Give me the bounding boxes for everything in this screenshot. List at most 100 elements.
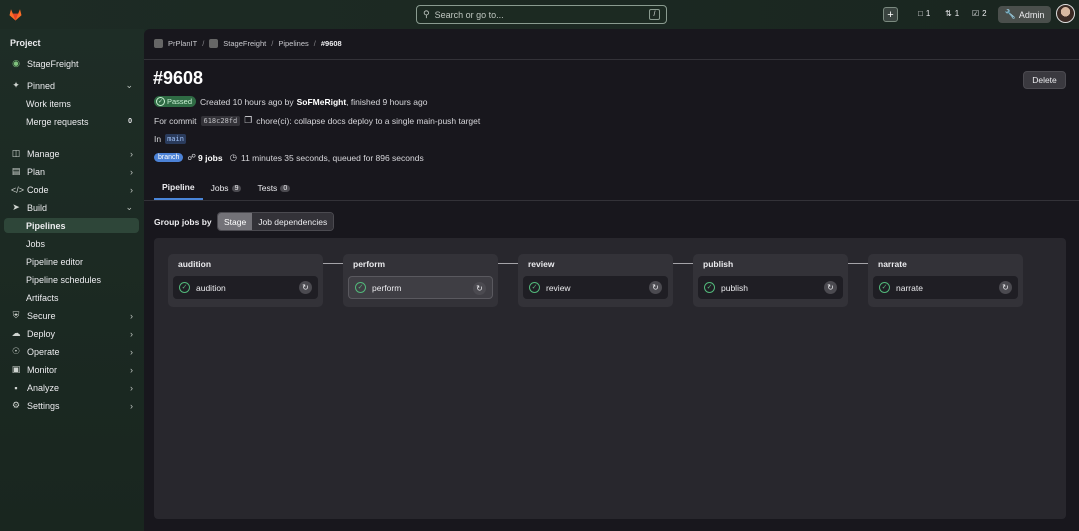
breadcrumb-project[interactable]: StageFreight xyxy=(223,39,266,48)
deploy-icon: ☁ xyxy=(11,328,21,338)
breadcrumb-pipelines[interactable]: Pipelines xyxy=(278,39,308,48)
job-card[interactable]: ✓ narrate ↻ xyxy=(873,276,1018,299)
sidebar-item-deploy[interactable]: ☁ Deploy › xyxy=(4,326,139,341)
group-jobs-toggle: Stage Job dependencies xyxy=(217,212,335,231)
group-avatar-icon xyxy=(154,39,163,48)
chevron-right-icon: › xyxy=(130,328,133,339)
sidebar-item-code[interactable]: </> Code › xyxy=(4,182,139,197)
chevron-right-icon: › xyxy=(130,148,133,159)
gear-icon: ⚙ xyxy=(11,400,21,410)
wrench-icon: 🔧 xyxy=(1004,9,1016,19)
check-circle-icon: ✓ xyxy=(529,282,540,293)
group-by-stage-button[interactable]: Stage xyxy=(218,213,253,230)
sidebar-item-build[interactable]: ➤ Build ⌄ xyxy=(4,200,139,215)
plan-icon: ▤ xyxy=(11,166,21,176)
for-commit-label: For commit xyxy=(154,115,197,126)
job-card[interactable]: ✓ publish ↻ xyxy=(698,276,843,299)
merge-requests-badge: 0 xyxy=(128,118,132,125)
shield-icon: ⛨ xyxy=(12,310,20,320)
clock-icon: ◷ xyxy=(229,152,237,162)
sidebar-item-pipelines[interactable]: Pipelines xyxy=(4,218,139,233)
admin-button[interactable]: 🔧 Admin xyxy=(998,6,1051,23)
stage-column: review ✓ review ↻ xyxy=(518,254,673,307)
create-new-button[interactable]: + xyxy=(883,7,898,22)
stage-column: perform ✓ perform ↻ xyxy=(343,254,498,307)
delete-button[interactable]: Delete xyxy=(1023,71,1066,89)
retry-icon[interactable]: ↻ xyxy=(299,281,312,294)
tab-jobs[interactable]: Jobs 9 xyxy=(203,176,250,200)
sidebar-item-label: Build xyxy=(27,202,48,213)
sidebar-item-artifacts[interactable]: Artifacts xyxy=(4,290,139,305)
stage-name: review xyxy=(528,259,555,269)
sidebar-item-merge-requests[interactable]: Merge requests 0 xyxy=(4,114,139,129)
gitlab-logo-icon[interactable] xyxy=(8,7,23,22)
copy-icon[interactable]: ❐ xyxy=(244,115,252,126)
job-card[interactable]: ✓ perform ↻ xyxy=(348,276,493,299)
project-name: StageFreight xyxy=(27,58,79,69)
commit-message[interactable]: chore(ci): collapse docs deploy to a sin… xyxy=(256,116,480,126)
search-input[interactable]: ⚲ Search or go to... / xyxy=(416,5,667,24)
todos-count: 2 xyxy=(982,9,987,18)
tab-label: Tests xyxy=(257,183,278,193)
manage-icon: ◫ xyxy=(11,148,21,158)
sidebar-item-operate[interactable]: ☉ Operate › xyxy=(4,344,139,359)
sidebar-item-label: Operate xyxy=(27,346,60,357)
sidebar-project[interactable]: ◉ StageFreight xyxy=(4,56,139,71)
sidebar-item-analyze[interactable]: ▪ Analyze › xyxy=(4,380,139,395)
retry-icon[interactable]: ↻ xyxy=(824,281,837,294)
sidebar-item-label: Pipeline editor xyxy=(26,256,84,267)
issues-counter[interactable]: □ 1 xyxy=(918,9,930,18)
sidebar-item-pipeline-editor[interactable]: Pipeline editor xyxy=(4,254,139,269)
tab-pipeline[interactable]: Pipeline xyxy=(154,176,203,200)
tab-tests[interactable]: Tests 0 xyxy=(249,176,298,200)
user-avatar[interactable] xyxy=(1056,4,1075,23)
sidebar-item-manage[interactable]: ◫ Manage › xyxy=(4,146,139,161)
branch-link[interactable]: main xyxy=(165,134,186,144)
meta-row: branch ☍ 9 jobs ◷ 11 minutes 35 seconds,… xyxy=(154,152,424,163)
breadcrumb-group[interactable]: PrPlanIT xyxy=(168,39,197,48)
stage-connector xyxy=(498,263,520,264)
author-link[interactable]: SoFMeRight xyxy=(297,97,347,107)
commit-sha[interactable]: 618c28fd xyxy=(200,115,241,126)
job-card[interactable]: ✓ review ↻ xyxy=(523,276,668,299)
group-by-dependencies-button[interactable]: Job dependencies xyxy=(252,213,334,230)
chevron-right-icon: › xyxy=(130,364,133,375)
retry-icon[interactable]: ↻ xyxy=(649,281,662,294)
sidebar-item-label: Artifacts xyxy=(26,292,59,303)
sidebar-item-monitor[interactable]: ▣ Monitor › xyxy=(4,362,139,377)
stage-connector xyxy=(323,263,345,264)
sidebar-item-jobs[interactable]: Jobs xyxy=(4,236,139,251)
job-card[interactable]: ✓ audition ↻ xyxy=(173,276,318,299)
ref-row: In main xyxy=(154,134,186,144)
tabs: Pipeline Jobs 9 Tests 0 xyxy=(154,176,298,200)
finished-text: , finished 9 hours ago xyxy=(346,96,428,107)
search-placeholder: Search or go to... xyxy=(434,9,504,20)
retry-icon[interactable]: ↻ xyxy=(999,281,1012,294)
sidebar-item-pipeline-schedules[interactable]: Pipeline schedules xyxy=(4,272,139,287)
todos-counter[interactable]: ☑ 2 xyxy=(972,9,987,18)
chevron-right-icon: › xyxy=(130,184,133,195)
chevron-right-icon: › xyxy=(130,382,133,393)
admin-label: Admin xyxy=(1018,9,1045,20)
sidebar-item-settings[interactable]: ⚙ Settings › xyxy=(4,398,139,413)
chart-icon: ▪ xyxy=(14,382,18,393)
sidebar-item-label: Analyze xyxy=(27,382,60,393)
status-badge[interactable]: ✓ Passed xyxy=(154,96,197,107)
job-name: publish xyxy=(721,282,748,293)
job-name: review xyxy=(546,282,571,293)
merge-requests-counter[interactable]: ⇅ 1 xyxy=(945,9,959,18)
breadcrumb-separator: / xyxy=(313,39,316,48)
sidebar-item-work-items[interactable]: Work items xyxy=(4,96,139,111)
sidebar-item-label: Monitor xyxy=(27,364,58,375)
sidebar-item-plan[interactable]: ▤ Plan › xyxy=(4,164,139,179)
breadcrumb: PrPlanIT / StageFreight / Pipelines / #9… xyxy=(154,39,342,48)
chevron-down-icon: ⌄ xyxy=(125,202,133,212)
sidebar-item-secure[interactable]: ⛨ Secure › xyxy=(4,308,139,323)
sidebar-item-label: Jobs xyxy=(26,238,46,249)
retry-icon[interactable]: ↻ xyxy=(473,282,486,295)
sidebar-pinned[interactable]: ✦ Pinned ⌄ xyxy=(4,78,139,93)
check-circle-icon: ✓ xyxy=(179,282,190,293)
stage-column: publish ✓ publish ↻ xyxy=(693,254,848,307)
breadcrumb-current[interactable]: #9608 xyxy=(321,39,342,48)
branch-badge: branch xyxy=(154,153,184,162)
